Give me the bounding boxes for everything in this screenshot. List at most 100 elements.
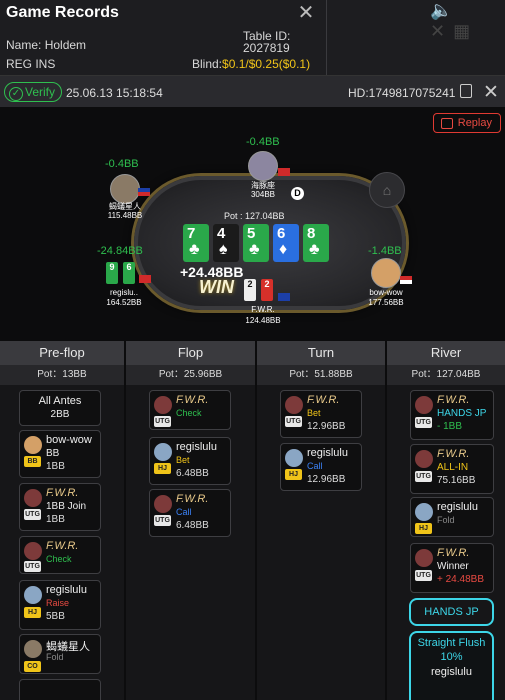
diamond-icon: ♦ [279,241,288,258]
action-card: CO 蝎蟻星人 Fold [19,634,101,674]
action-amount: 12.96BB [307,474,346,485]
position-badge: HJ [24,607,41,618]
position-badge: CO [24,661,41,672]
avatar [154,443,172,461]
blind-label: Blind: [192,57,223,71]
antes-label: All Antes [38,395,82,407]
avatar [415,503,433,521]
player-name: regislulu [176,441,217,453]
card-rank: 5 [247,225,256,242]
player-name: F.W.R. [46,540,79,552]
position-badge: UTG [415,471,432,482]
action-card: UTG F.W.R. Check [19,536,101,574]
action-label: Check [46,554,72,564]
avatar [24,489,42,507]
avatar [285,449,303,467]
position-badge: HJ [415,523,432,534]
blind-info: Blind:$0.1/$0.25($0.1) [192,57,310,71]
jp-player: regislulu [431,666,472,678]
empty-seat-icon[interactable]: ⌂ [369,172,405,208]
action-amount: 1BB [46,514,65,525]
player-name: regislulu [46,584,87,596]
action-amount: 75.16BB [437,475,476,486]
flag-icon [139,275,151,283]
game-records-panel: Game Records ✕ Name: Holdem REG INS Tabl… [0,0,505,700]
page-title: Game Records [6,4,119,21]
action-card: HJ regislulu Bet 6.48BB [149,437,231,485]
hole-card: 2 [261,279,273,301]
player-name: F.W.R. [437,547,470,559]
player-profit: -0.4BB [105,158,139,170]
name-label: Name: [6,38,42,52]
player-name: bow-wow [46,434,92,446]
jackpot-info: Straight Flush 10% regislulu [409,631,494,700]
position-badge: UTG [285,416,302,427]
action-card: UTG F.W.R. Bet 12.96BB [280,390,362,438]
avatar[interactable] [248,151,278,181]
street-pot: Pot：127.04BB [387,365,505,385]
action-card: HJ regislulu Call 12.96BB [280,443,362,491]
player-name: regislu.. [109,288,138,297]
board-card-1: 7 ♣ [183,224,209,262]
street-header: Turn [257,341,385,365]
close-icon[interactable]: ✕ [296,3,316,24]
player-name: F.W.R. [46,487,79,499]
replay-label: Replay [457,117,492,129]
street-header: Pre-flop [0,341,124,365]
player-name: F.W.R. [437,448,470,460]
jp-percent: 10% [440,651,463,663]
action-card: HJ regislulu Fold [410,497,494,537]
player-profit: -1.4BB [368,245,402,257]
replay-button[interactable]: Replay [433,113,501,133]
avatar[interactable] [110,174,140,204]
street-pot: Pot：13BB [0,365,124,385]
position-badge: UTG [24,561,41,572]
position-badge: UTG [415,417,432,428]
action-amount: + 24.48BB [437,574,484,585]
action-label: Bet [307,408,321,418]
action-card: UTG F.W.R. Call 6.48BB [149,489,231,537]
hole-card: 6 [123,262,135,284]
name-value: Holdem [44,38,87,52]
copy-icon[interactable] [460,84,472,98]
action-label: Call [307,461,323,471]
player-profit: -0.4BB [246,136,280,148]
position-badge: UTG [415,570,432,581]
verify-bar: ✓ Verify 25.06.13 15:18:54 HD:17498170752… [0,75,505,107]
player-name: bow-wow [369,288,403,297]
hands-jp-button[interactable]: HANDS JP [409,598,494,626]
action-card: UTG F.W.R. Check [149,390,231,430]
action-card [19,679,101,700]
position-badge: HJ [285,469,302,480]
win-label: WIN [199,277,234,297]
avatar[interactable] [371,258,401,288]
street-pot: Pot：51.88BB [257,365,385,385]
player-name: regislulu [307,447,348,459]
action-amount: 5BB [46,611,65,622]
hole-card: 2 [244,279,256,301]
player-name: F.W.R. [176,394,209,406]
action-amount: 6.48BB [176,520,209,531]
player-name: F.W.R. [251,305,275,314]
avatar [415,450,433,468]
antes-box: All Antes 2BB [19,390,101,426]
action-amount: 12.96BB [307,421,346,432]
close-icon[interactable]: ✕ [483,81,499,104]
action-card: UTG F.W.R. Winner + 24.48BB [410,543,494,593]
verify-button[interactable]: ✓ Verify [4,82,63,102]
position-badge: UTG [154,515,171,526]
card-rank: 4 [217,225,226,242]
action-label: Call [176,507,192,517]
action-amount: 1BB [46,461,65,472]
action-card: UTG F.W.R. 1BB Join 1BB [19,483,101,531]
avatar [24,542,42,560]
action-label: Fold [46,652,64,662]
card-rank: 6 [277,225,286,242]
records-header: Game Records ✕ Name: Holdem REG INS Tabl… [0,0,505,75]
check-icon: ✓ [9,87,23,101]
table-id-value: 2027819 [243,41,290,55]
player-stack: 177.56BB [368,298,404,307]
board-card-4: 6 ♦ [273,224,299,262]
action-card: UTG F.W.R. HANDS JP - 1BB [410,390,494,440]
hand-datetime: 25.06.13 15:18:54 [66,86,163,100]
